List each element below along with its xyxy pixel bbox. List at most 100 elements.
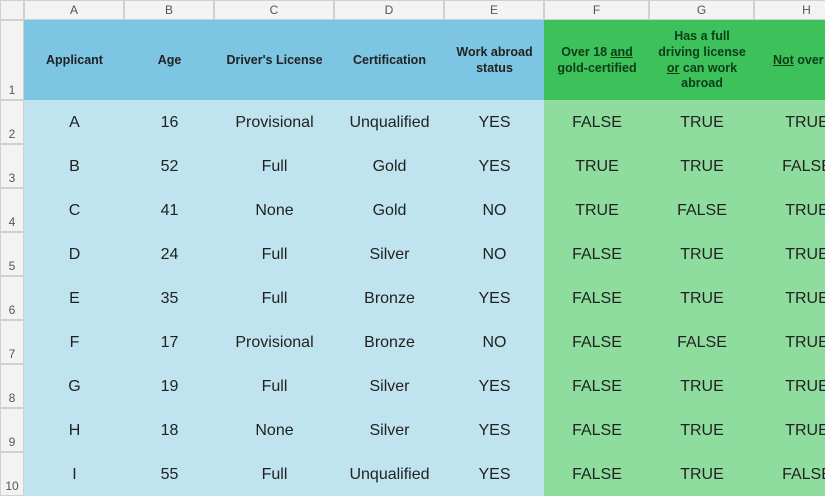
cell-age[interactable]: 55 — [124, 452, 214, 496]
cell-over18-gold[interactable]: FALSE — [544, 452, 649, 496]
row-head-4[interactable]: 4 — [0, 188, 24, 232]
select-all-corner[interactable] — [0, 0, 24, 20]
header-age[interactable]: Age — [124, 20, 214, 100]
row-head-2[interactable]: 2 — [0, 100, 24, 144]
row-head-7[interactable]: 7 — [0, 320, 24, 364]
cell-full-or-abroad[interactable]: TRUE — [649, 144, 754, 188]
row-head-8[interactable]: 8 — [0, 364, 24, 408]
cell-applicant[interactable]: I — [24, 452, 124, 496]
row-head-5[interactable]: 5 — [0, 232, 24, 276]
header-not-over-50[interactable]: Not over 50 — [754, 20, 825, 100]
cell-not-over-50[interactable]: TRUE — [754, 188, 825, 232]
cell-not-over-50[interactable]: FALSE — [754, 452, 825, 496]
header-applicant[interactable]: Applicant — [24, 20, 124, 100]
cell-full-or-abroad[interactable]: TRUE — [649, 100, 754, 144]
col-head-D[interactable]: D — [334, 0, 444, 20]
row-head-10[interactable]: 10 — [0, 452, 24, 496]
cell-over18-gold[interactable]: FALSE — [544, 100, 649, 144]
cell-license[interactable]: Full — [214, 452, 334, 496]
row-head-3[interactable]: 3 — [0, 144, 24, 188]
cell-age[interactable]: 16 — [124, 100, 214, 144]
cell-over18-gold[interactable]: FALSE — [544, 320, 649, 364]
cell-age[interactable]: 35 — [124, 276, 214, 320]
cell-applicant[interactable]: D — [24, 232, 124, 276]
col-head-A[interactable]: A — [24, 0, 124, 20]
cell-age[interactable]: 24 — [124, 232, 214, 276]
cell-certification[interactable]: Bronze — [334, 320, 444, 364]
cell-full-or-abroad[interactable]: FALSE — [649, 320, 754, 364]
cell-applicant[interactable]: B — [24, 144, 124, 188]
col-head-C[interactable]: C — [214, 0, 334, 20]
header-license[interactable]: Driver's License — [214, 20, 334, 100]
cell-certification[interactable]: Gold — [334, 188, 444, 232]
cell-license[interactable]: Full — [214, 364, 334, 408]
cell-certification[interactable]: Bronze — [334, 276, 444, 320]
cell-license[interactable]: Full — [214, 144, 334, 188]
cell-work-abroad[interactable]: YES — [444, 100, 544, 144]
cell-applicant[interactable]: H — [24, 408, 124, 452]
cell-not-over-50[interactable]: FALSE — [754, 144, 825, 188]
header-over18-gold[interactable]: Over 18 and gold-certified — [544, 20, 649, 100]
cell-work-abroad[interactable]: NO — [444, 232, 544, 276]
cell-age[interactable]: 41 — [124, 188, 214, 232]
cell-license[interactable]: Full — [214, 232, 334, 276]
cell-certification[interactable]: Unqualified — [334, 452, 444, 496]
cell-applicant[interactable]: E — [24, 276, 124, 320]
header-not-over-50-label: Not over 50 — [773, 53, 825, 69]
cell-over18-gold[interactable]: TRUE — [544, 188, 649, 232]
cell-certification[interactable]: Silver — [334, 364, 444, 408]
cell-certification[interactable]: Silver — [334, 408, 444, 452]
cell-certification[interactable]: Silver — [334, 232, 444, 276]
cell-license[interactable]: None — [214, 188, 334, 232]
cell-age[interactable]: 17 — [124, 320, 214, 364]
cell-certification[interactable]: Unqualified — [334, 100, 444, 144]
col-head-B[interactable]: B — [124, 0, 214, 20]
cell-full-or-abroad[interactable]: TRUE — [649, 364, 754, 408]
cell-certification[interactable]: Gold — [334, 144, 444, 188]
cell-not-over-50[interactable]: TRUE — [754, 100, 825, 144]
header-full-or-abroad[interactable]: Has a full driving license or can work a… — [649, 20, 754, 100]
cell-license[interactable]: Provisional — [214, 100, 334, 144]
cell-full-or-abroad[interactable]: TRUE — [649, 276, 754, 320]
cell-not-over-50[interactable]: TRUE — [754, 232, 825, 276]
cell-full-or-abroad[interactable]: FALSE — [649, 188, 754, 232]
cell-age[interactable]: 52 — [124, 144, 214, 188]
cell-not-over-50[interactable]: TRUE — [754, 320, 825, 364]
cell-not-over-50[interactable]: TRUE — [754, 364, 825, 408]
header-certification[interactable]: Certification — [334, 20, 444, 100]
col-head-E[interactable]: E — [444, 0, 544, 20]
cell-applicant[interactable]: G — [24, 364, 124, 408]
cell-license[interactable]: Full — [214, 276, 334, 320]
col-head-H[interactable]: H — [754, 0, 825, 20]
cell-full-or-abroad[interactable]: TRUE — [649, 408, 754, 452]
cell-applicant[interactable]: F — [24, 320, 124, 364]
cell-applicant[interactable]: A — [24, 100, 124, 144]
header-work-abroad[interactable]: Work abroad status — [444, 20, 544, 100]
row-head-6[interactable]: 6 — [0, 276, 24, 320]
cell-age[interactable]: 19 — [124, 364, 214, 408]
cell-work-abroad[interactable]: YES — [444, 452, 544, 496]
row-head-9[interactable]: 9 — [0, 408, 24, 452]
col-head-G[interactable]: G — [649, 0, 754, 20]
row-head-1[interactable]: 1 — [0, 20, 24, 100]
cell-full-or-abroad[interactable]: TRUE — [649, 232, 754, 276]
cell-work-abroad[interactable]: NO — [444, 188, 544, 232]
cell-age[interactable]: 18 — [124, 408, 214, 452]
cell-work-abroad[interactable]: NO — [444, 320, 544, 364]
cell-over18-gold[interactable]: FALSE — [544, 364, 649, 408]
cell-full-or-abroad[interactable]: TRUE — [649, 452, 754, 496]
cell-not-over-50[interactable]: TRUE — [754, 408, 825, 452]
cell-work-abroad[interactable]: YES — [444, 144, 544, 188]
cell-over18-gold[interactable]: TRUE — [544, 144, 649, 188]
cell-license[interactable]: Provisional — [214, 320, 334, 364]
col-head-F[interactable]: F — [544, 0, 649, 20]
cell-license[interactable]: None — [214, 408, 334, 452]
cell-over18-gold[interactable]: FALSE — [544, 232, 649, 276]
cell-over18-gold[interactable]: FALSE — [544, 276, 649, 320]
cell-work-abroad[interactable]: YES — [444, 276, 544, 320]
cell-over18-gold[interactable]: FALSE — [544, 408, 649, 452]
cell-applicant[interactable]: C — [24, 188, 124, 232]
cell-work-abroad[interactable]: YES — [444, 364, 544, 408]
cell-not-over-50[interactable]: TRUE — [754, 276, 825, 320]
cell-work-abroad[interactable]: YES — [444, 408, 544, 452]
